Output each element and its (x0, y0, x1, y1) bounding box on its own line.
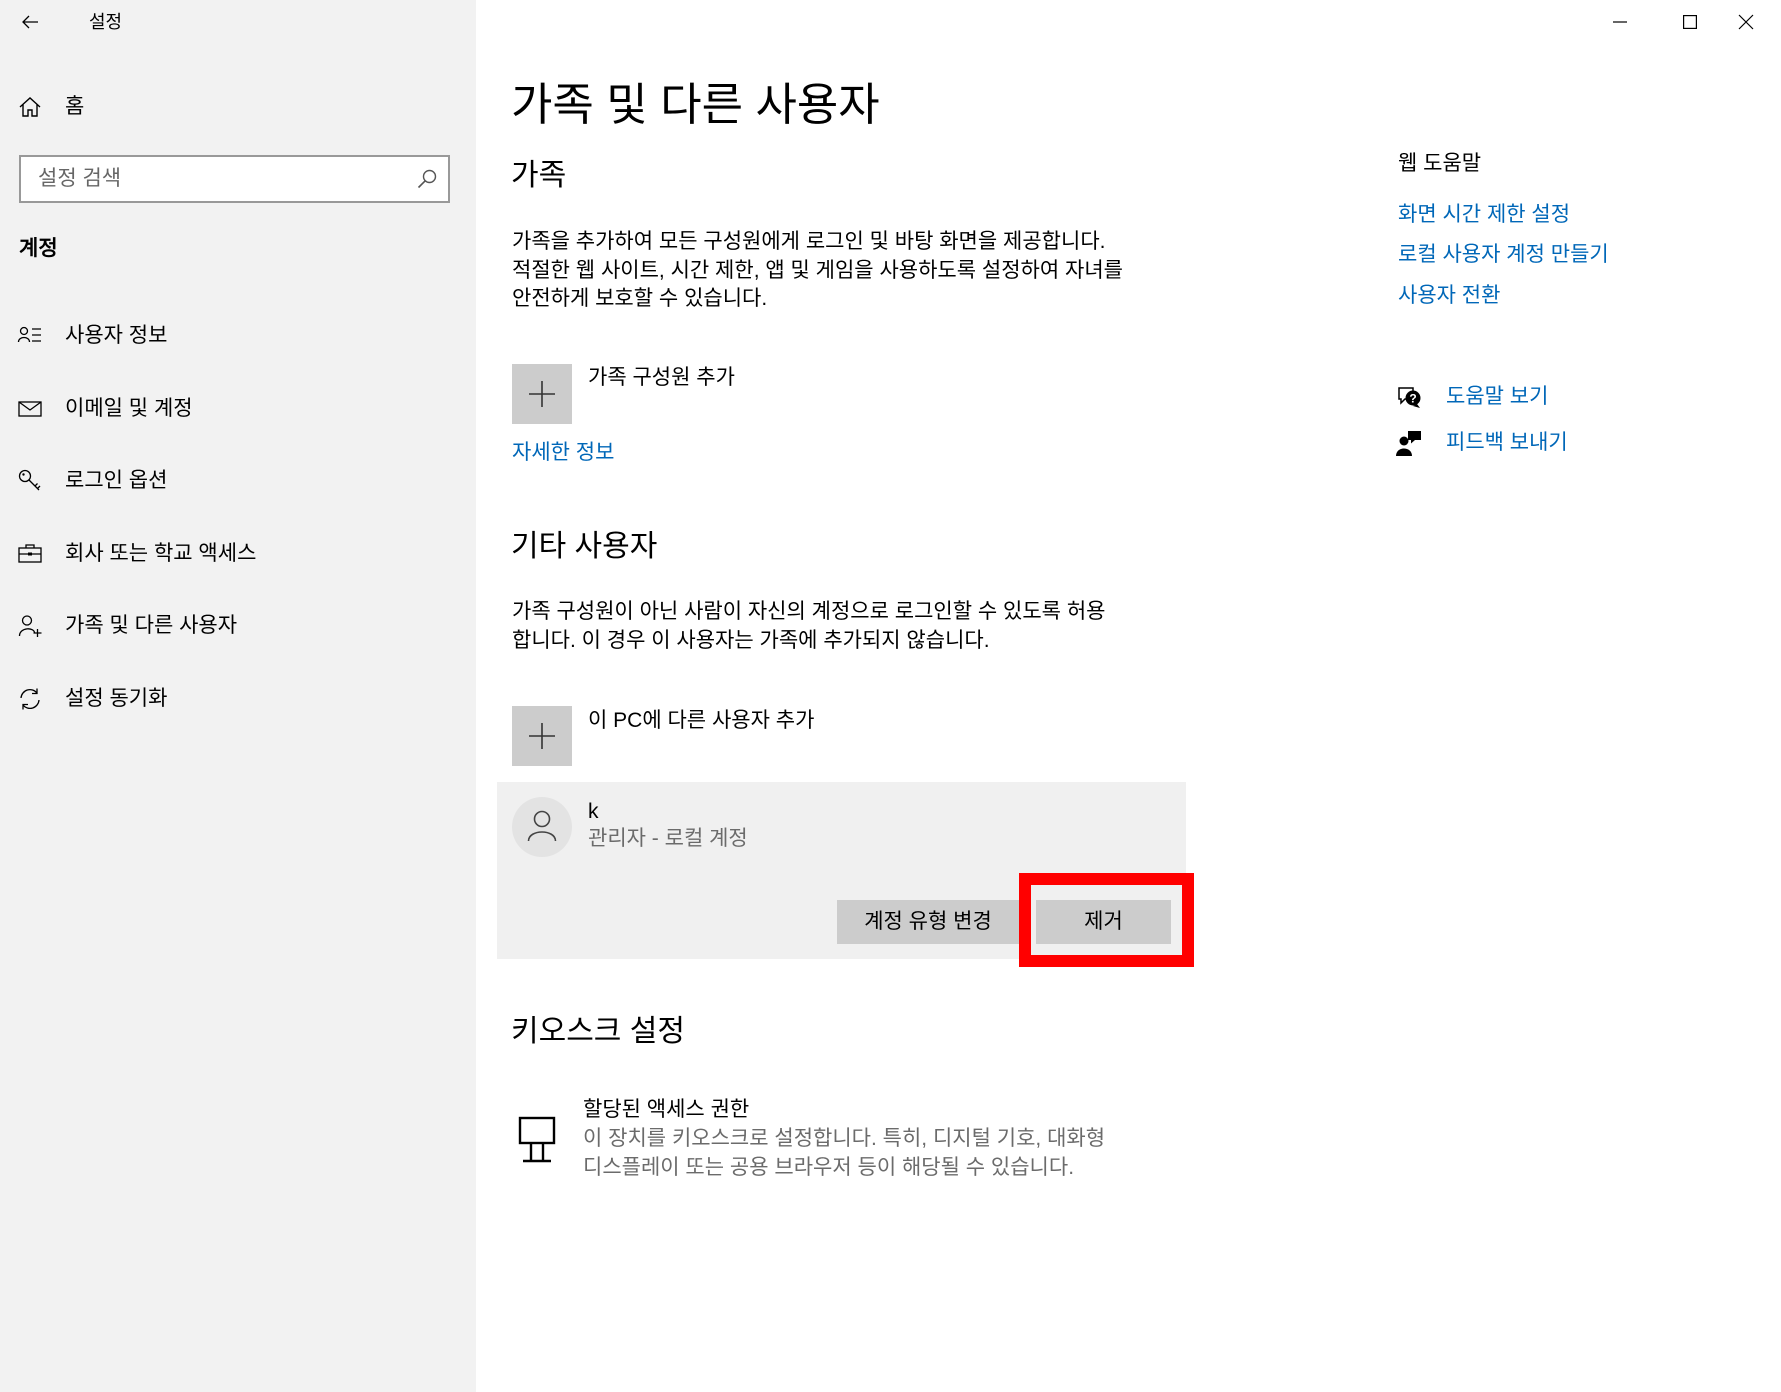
kiosk-icon (518, 1116, 556, 1163)
close-icon (1738, 14, 1754, 30)
user-info-icon (17, 326, 41, 343)
family-description-line: 안전하게 보호할 수 있습니다. (512, 287, 768, 310)
home-label: 홈 (65, 95, 85, 118)
sync-icon (20, 688, 40, 710)
page-title: 가족 및 다른 사용자 (511, 79, 880, 130)
maximize-icon (1683, 15, 1698, 30)
plus-icon (529, 381, 555, 407)
send-feedback-link[interactable]: 피드백 보내기 (1446, 429, 1568, 457)
add-family-member-label[interactable]: 가족 구성원 추가 (588, 364, 735, 392)
sidebar-item-sign-in-options[interactable]: 로그인 옵션 (0, 451, 476, 511)
feedback-icon (1396, 430, 1422, 456)
email-icon (18, 401, 42, 417)
svg-text:?: ? (1409, 392, 1416, 406)
sidebar-item-label: 가족 및 다른 사용자 (65, 614, 238, 637)
kiosk-description-line: 이 장치를 키오스크로 설정합니다. 특히, 디지털 기호, 대화형 (583, 1127, 1106, 1150)
family-description: 가족을 추가하여 모든 구성원에게 로그인 및 바탕 화면을 제공합니다. 적절… (512, 228, 1123, 314)
kiosk-description: 이 장치를 키오스크로 설정합니다. 특히, 디지털 기호, 대화형 디스플레이… (583, 1125, 1105, 1182)
sidebar-item-label: 설정 동기화 (65, 687, 168, 710)
search-box[interactable] (19, 155, 450, 203)
sidebar-item-label: 사용자 정보 (65, 324, 168, 347)
sidebar-item-sync-settings[interactable]: 설정 동기화 (0, 669, 476, 729)
minimize-button[interactable] (1585, 0, 1655, 44)
change-account-type-button[interactable]: 계정 유형 변경 (837, 900, 1019, 944)
web-help-heading: 웹 도움말 (1398, 152, 1482, 175)
get-help-link[interactable]: 도움말 보기 (1446, 383, 1548, 411)
other-users-description-line: 가족 구성원이 아닌 사람이 자신의 계정으로 로그인할 수 있도록 허용 (512, 600, 1106, 623)
sidebar: 설정 홈 계정 사용자 정보 이메일 및 계정 (0, 0, 476, 1392)
sidebar-item-user-info[interactable]: 사용자 정보 (0, 306, 476, 366)
kiosk-title[interactable]: 할당된 액세스 권한 (583, 1096, 749, 1124)
add-other-user-button[interactable] (512, 706, 572, 766)
search-input[interactable] (21, 157, 401, 201)
user-account-type: 관리자 - 로컬 계정 (588, 827, 748, 850)
remove-button[interactable]: 제거 (1036, 900, 1171, 944)
back-arrow-icon (22, 15, 38, 29)
help-link-switch-user[interactable]: 사용자 전환 (1398, 282, 1500, 310)
sidebar-item-family-other-users[interactable]: 가족 및 다른 사용자 (0, 596, 476, 656)
other-users-description: 가족 구성원이 아닌 사람이 자신의 계정으로 로그인할 수 있도록 허용 합니… (512, 598, 1105, 655)
other-users-description-line: 합니다. 이 경우 이 사용자는 가족에 추가되지 않습니다. (512, 628, 990, 652)
help-link-create-local-account[interactable]: 로컬 사용자 계정 만들기 (1398, 241, 1609, 269)
other-users-heading: 기타 사용자 (511, 530, 658, 563)
briefcase-icon (18, 544, 42, 563)
sidebar-item-label: 회사 또는 학교 액세스 (65, 542, 257, 565)
sidebar-item-email[interactable]: 이메일 및 계정 (0, 379, 476, 439)
plus-icon (529, 723, 555, 749)
assigned-access-item[interactable] (518, 1116, 558, 1164)
help-link-screen-time[interactable]: 화면 시간 제한 설정 (1398, 201, 1570, 229)
help-chat-icon: ? (1396, 384, 1422, 410)
home-icon (19, 97, 41, 117)
add-person-icon (18, 615, 42, 637)
sidebar-item-label: 로그인 옵션 (65, 469, 168, 492)
back-button[interactable] (10, 2, 50, 42)
minimize-icon (1613, 21, 1627, 23)
learn-more-link[interactable]: 자세한 정보 (512, 439, 614, 467)
add-other-user-label[interactable]: 이 PC에 다른 사용자 추가 (588, 707, 814, 735)
sidebar-item-label: 이메일 및 계정 (65, 397, 193, 420)
app-title: 설정 (89, 12, 123, 32)
family-description-line: 적절한 웹 사이트, 시간 제한, 앱 및 게임을 사용하도록 설정하여 자녀를 (512, 258, 1123, 282)
avatar (512, 797, 572, 857)
home-nav[interactable]: 홈 (0, 77, 476, 137)
user-icon (527, 810, 557, 842)
close-button[interactable] (1711, 0, 1781, 44)
search-icon[interactable] (416, 168, 438, 190)
family-description-line: 가족을 추가하여 모든 구성원에게 로그인 및 바탕 화면을 제공합니다. (512, 230, 1106, 253)
family-heading: 가족 (511, 159, 567, 192)
section-title: 계정 (19, 237, 58, 260)
key-icon (18, 469, 41, 491)
kiosk-heading: 키오스크 설정 (511, 1015, 685, 1048)
kiosk-description-line: 디스플레이 또는 공용 브라우저 등이 해당될 수 있습니다. (583, 1155, 1075, 1179)
sidebar-item-work-school[interactable]: 회사 또는 학교 액세스 (0, 524, 476, 584)
user-name: k (588, 800, 599, 823)
add-family-member-button[interactable] (512, 364, 572, 424)
